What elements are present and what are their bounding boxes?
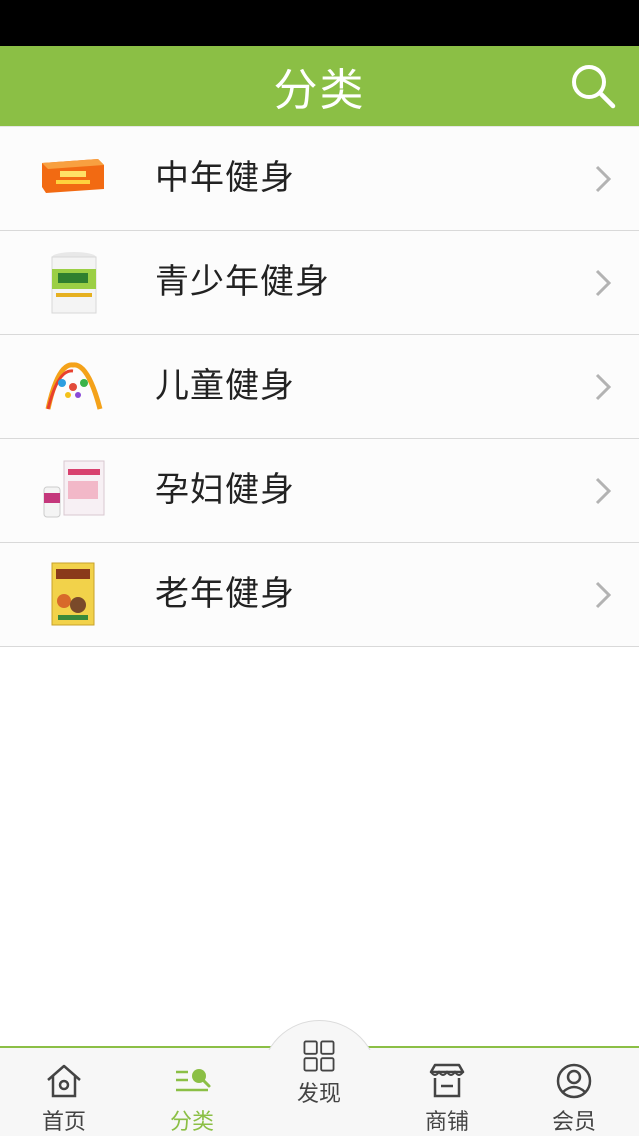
home-icon <box>47 1064 81 1098</box>
search-button[interactable] <box>569 62 617 110</box>
tab-label: 商铺 <box>424 1110 469 1135</box>
category-row-pregnant[interactable]: 孕妇健身 <box>0 439 639 543</box>
product-thumbnail <box>38 145 108 213</box>
tab-category[interactable]: 分类 <box>142 1048 242 1136</box>
tab-member[interactable]: 会员 <box>524 1048 624 1136</box>
bottom-tab-bar: 首页 分类 发现 商铺 会员 <box>0 1020 639 1136</box>
category-row-children[interactable]: 儿童健身 <box>0 335 639 439</box>
page-title: 分类 <box>273 65 366 116</box>
chevron-right-icon <box>593 267 613 299</box>
tab-label: 发现 <box>296 1082 341 1107</box>
category-row-teen[interactable]: 青少年健身 <box>0 231 639 335</box>
product-thumbnail <box>38 353 108 421</box>
tab-store[interactable]: 商铺 <box>397 1048 497 1136</box>
category-row-middle-age[interactable]: 中年健身 <box>0 127 639 231</box>
tab-discover[interactable]: 发现 <box>269 1020 369 1108</box>
product-thumbnail <box>38 457 108 525</box>
user-icon <box>556 1063 592 1099</box>
chevron-right-icon <box>593 163 613 195</box>
grid-icon <box>303 1040 335 1072</box>
category-label: 儿童健身 <box>155 366 295 406</box>
category-label: 孕妇健身 <box>155 470 295 510</box>
tab-label: 会员 <box>551 1110 596 1135</box>
category-label: 青少年健身 <box>155 262 330 302</box>
tab-label: 分类 <box>169 1110 214 1135</box>
chevron-right-icon <box>593 371 613 403</box>
product-thumbnail <box>38 561 108 629</box>
tab-label: 首页 <box>41 1110 86 1135</box>
tab-home[interactable]: 首页 <box>14 1048 114 1136</box>
status-bar <box>0 0 639 46</box>
category-label: 中年健身 <box>155 158 295 198</box>
chevron-right-icon <box>593 475 613 507</box>
store-icon <box>429 1063 465 1098</box>
product-thumbnail <box>38 249 108 317</box>
header-bar: 分类 <box>0 46 639 126</box>
search-icon <box>572 65 616 109</box>
category-list: 中年健身 青少年健身 儿童健身 孕妇健身 老年健身 <box>0 126 639 647</box>
category-label: 老年健身 <box>155 574 295 614</box>
category-search-icon <box>176 1069 211 1092</box>
category-row-elderly[interactable]: 老年健身 <box>0 543 639 647</box>
chevron-right-icon <box>593 579 613 611</box>
